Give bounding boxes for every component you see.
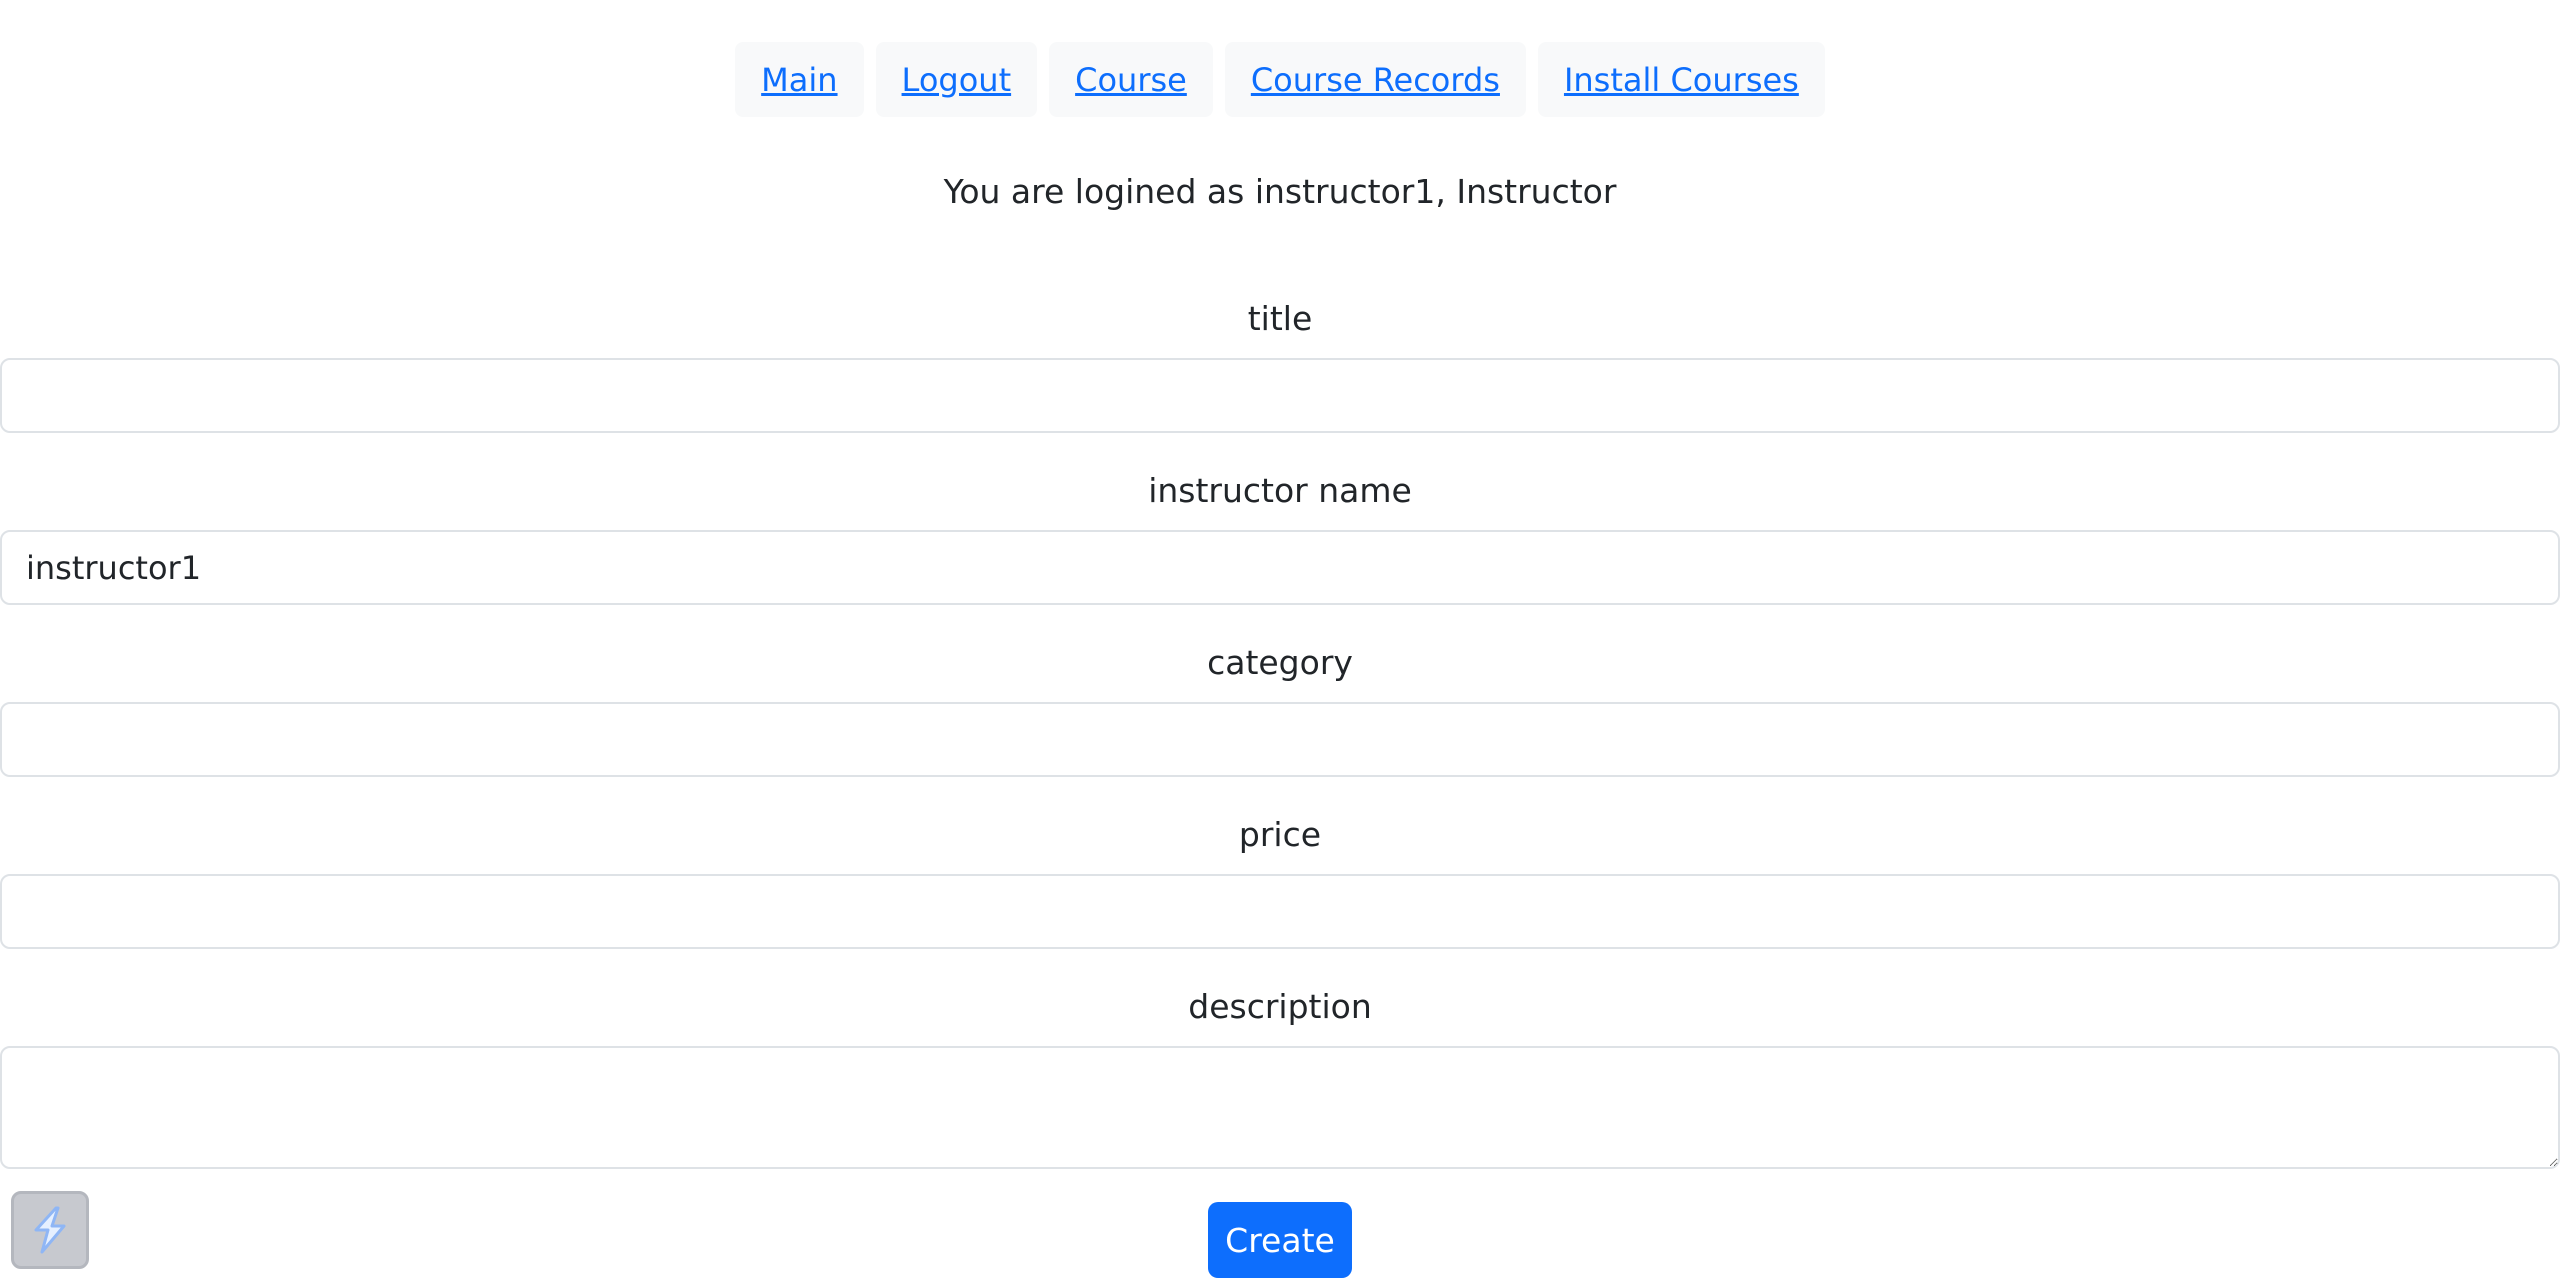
lightning-bolt-icon: [34, 1206, 66, 1254]
category-label: category: [1207, 643, 1353, 682]
category-input[interactable]: [0, 702, 2560, 777]
nav-link-logout[interactable]: Logout: [902, 61, 1012, 99]
price-label: price: [1238, 815, 1322, 854]
instructor-name-input[interactable]: [0, 530, 2560, 605]
title-label: title: [1247, 299, 1313, 338]
nav-link-install-courses[interactable]: Install Courses: [1564, 61, 1799, 99]
nav-item-main: Main: [735, 42, 864, 117]
page: Main Logout Course Course Records Instal…: [0, 0, 2560, 1286]
price-input[interactable]: [0, 874, 2560, 949]
description-label: description: [1188, 987, 1372, 1026]
extension-badge[interactable]: [11, 1191, 89, 1269]
description-textarea[interactable]: [0, 1046, 2560, 1169]
nav-link-course[interactable]: Course: [1075, 61, 1187, 99]
nav-item-course: Course: [1049, 42, 1213, 117]
nav-item-install-courses: Install Courses: [1537, 42, 1825, 117]
nav-link-main[interactable]: Main: [761, 61, 837, 99]
create-button[interactable]: Create: [1208, 1202, 1352, 1278]
nav-item-course-records: Course Records: [1224, 42, 1526, 117]
nav-item-logout: Logout: [875, 42, 1038, 117]
instructor-name-label: instructor name: [1148, 471, 1412, 510]
login-status-text: You are logined as instructor1, Instruct…: [943, 172, 1617, 211]
title-input[interactable]: [0, 358, 2560, 433]
top-nav: Main Logout Course Course Records Instal…: [0, 42, 2560, 117]
nav-link-course-records[interactable]: Course Records: [1251, 61, 1500, 99]
